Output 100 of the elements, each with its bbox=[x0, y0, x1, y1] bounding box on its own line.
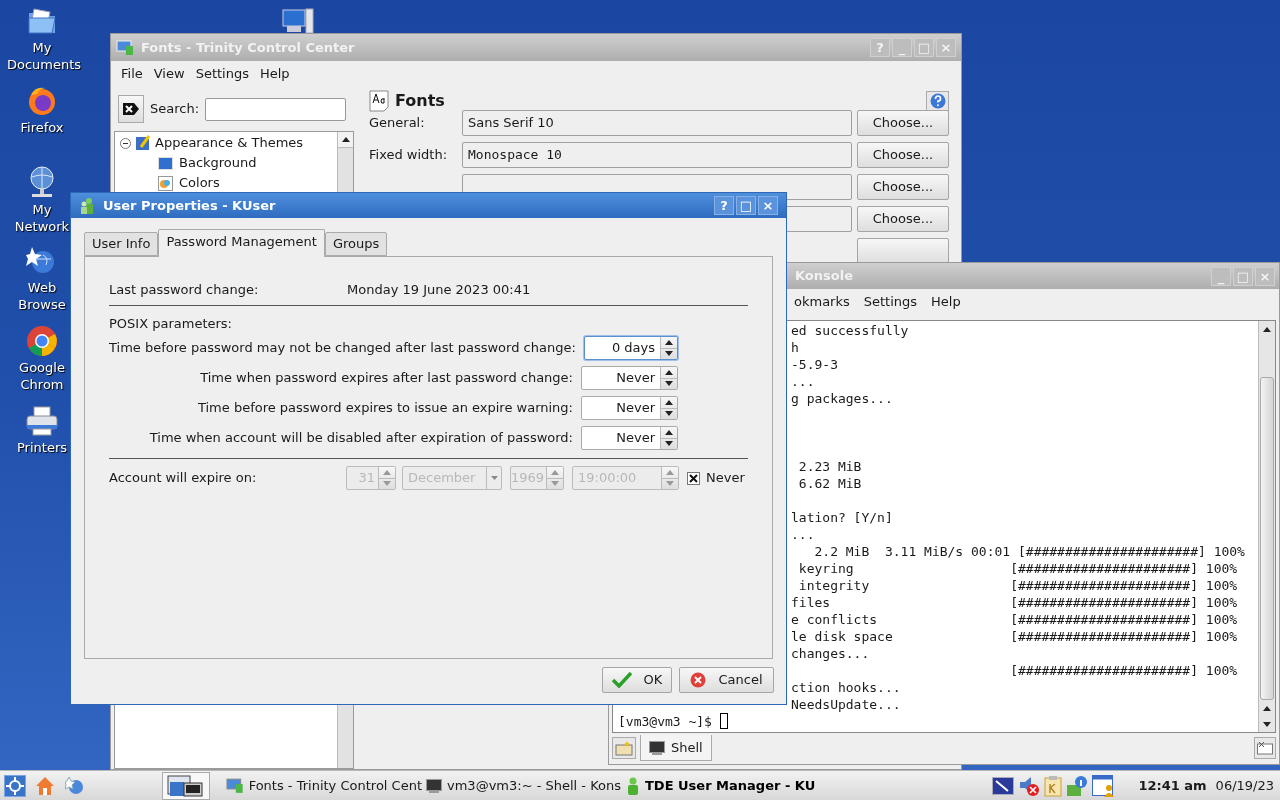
field-label: Fixed width: bbox=[369, 146, 449, 165]
scroll-down-icon[interactable] bbox=[1263, 721, 1271, 727]
network-info-icon[interactable] bbox=[1066, 774, 1089, 797]
scroll-up-icon[interactable] bbox=[1263, 326, 1271, 332]
taskbar-task[interactable]: Fonts - Trinity Control Cent bbox=[222, 772, 422, 799]
spin-arrows[interactable] bbox=[660, 397, 677, 419]
muted-speaker-icon[interactable] bbox=[1018, 774, 1041, 797]
clipboard-icon[interactable] bbox=[1044, 774, 1063, 797]
printer-icon bbox=[25, 405, 59, 437]
desktop-icon-label[interactable]: Firefox bbox=[7, 119, 77, 136]
menu-item[interactable]: Help bbox=[926, 291, 966, 312]
field-label: Time when password expires after last password change: bbox=[199, 369, 574, 388]
scroll-thumb[interactable] bbox=[1260, 377, 1274, 700]
terminal-line: ... bbox=[791, 527, 815, 542]
font-field[interactable]: Sans Serif 10 bbox=[462, 110, 852, 136]
terminal-line: ed successfully bbox=[791, 323, 909, 338]
spin-box[interactable]: Never bbox=[581, 426, 678, 450]
monitor-icon bbox=[226, 777, 244, 794]
terminal-line: 2.23 MiB bbox=[797, 459, 862, 474]
spin-box[interactable]: 0 days bbox=[583, 336, 678, 360]
desktop-pager[interactable] bbox=[162, 771, 210, 800]
field-value: Monday 19 June 2023 00:41 bbox=[347, 281, 531, 298]
terminal-line: ... bbox=[791, 374, 815, 389]
pager-windows-icon bbox=[166, 774, 206, 797]
terminal-prompt: [vm3@vm3 ~]$ bbox=[618, 713, 713, 730]
font-file-icon bbox=[369, 90, 389, 112]
display-icon[interactable] bbox=[992, 776, 1015, 795]
calendar-user-icon[interactable] bbox=[1092, 774, 1117, 797]
tree-item[interactable]: Appearance & Themes bbox=[155, 133, 304, 153]
taskbar-task[interactable]: TDE User Manager - KU bbox=[622, 772, 822, 799]
terminal-icon bbox=[649, 740, 665, 755]
menu-item[interactable]: View bbox=[148, 61, 190, 86]
menu-item[interactable]: okmarks bbox=[789, 291, 855, 312]
scroll-up-icon[interactable] bbox=[1263, 705, 1271, 711]
choose-button[interactable]: Choose... bbox=[857, 174, 949, 200]
choose-button[interactable] bbox=[857, 238, 949, 264]
field-label: Last password change: bbox=[109, 281, 260, 298]
terminal-line: ction hooks... bbox=[791, 680, 901, 695]
window-title: Konsole bbox=[795, 267, 854, 286]
terminal-icon bbox=[426, 778, 442, 793]
globe-star-icon[interactable] bbox=[65, 775, 85, 796]
window-title: User Properties - KUser bbox=[103, 196, 277, 215]
terminal-line: [######################] 100% bbox=[1009, 663, 1238, 678]
choose-button[interactable]: Choose... bbox=[857, 142, 949, 168]
shell-tab[interactable]: Shell bbox=[640, 735, 712, 761]
monitor-icon bbox=[116, 39, 134, 56]
close-tab-button[interactable] bbox=[1254, 737, 1276, 759]
spin-box[interactable]: Never bbox=[581, 366, 678, 390]
clear-button[interactable] bbox=[118, 95, 144, 123]
tab[interactable]: Password Management bbox=[158, 229, 325, 257]
search-field[interactable] bbox=[205, 97, 347, 121]
tab[interactable]: User Info bbox=[84, 232, 159, 256]
terminal-line: e conflicts [######################] 100% bbox=[791, 612, 1238, 627]
wallpaper-icon bbox=[158, 156, 173, 170]
spin-arrows[interactable] bbox=[660, 427, 677, 449]
window-title: Fonts - Trinity Control Center bbox=[141, 38, 356, 57]
menu-item[interactable]: Settings bbox=[858, 291, 923, 312]
folder-icon bbox=[26, 5, 58, 37]
scrollbar[interactable] bbox=[1258, 321, 1275, 732]
cursor bbox=[719, 713, 728, 729]
field-label: Time when account will be disabled after expiration of password: bbox=[148, 429, 574, 448]
font-field[interactable]: Monospace 10 bbox=[462, 142, 852, 168]
terminal-line: le disk space [######################] 100% bbox=[791, 629, 1238, 644]
terminal-line: g packages... bbox=[791, 391, 893, 406]
help-button[interactable] bbox=[926, 91, 949, 111]
terminal-close-icon bbox=[1257, 741, 1273, 755]
home-icon[interactable] bbox=[35, 775, 55, 796]
terminal-line: NeedsUpdate... bbox=[791, 697, 901, 712]
clock-time[interactable]: 12:41 am bbox=[1138, 775, 1207, 796]
field-label: Time before password may not be changed after last password change: bbox=[109, 339, 577, 358]
menu-icon[interactable] bbox=[4, 774, 26, 797]
clear-icon bbox=[122, 102, 140, 116]
section-label: POSIX parameters: bbox=[109, 315, 233, 332]
dropdown-arrow-icon bbox=[490, 476, 498, 480]
clock-date[interactable]: 06/19/23 bbox=[1215, 775, 1274, 796]
users-icon bbox=[79, 196, 95, 215]
terminal-line: 2.2 MiB 3.11 MiB/s 00:01 [######################] 100% bbox=[813, 544, 1245, 559]
spin-arrows[interactable] bbox=[660, 367, 677, 389]
taskbar-task[interactable]: vm3@vm3:~ - Shell - Kons bbox=[422, 772, 622, 799]
computer-icon[interactable] bbox=[282, 8, 314, 34]
field-label: Time before password expires to issue an expire warning: bbox=[196, 399, 574, 418]
choose-button[interactable]: Choose... bbox=[857, 206, 949, 232]
color-wheel-icon bbox=[158, 175, 173, 191]
palette-icon bbox=[135, 135, 151, 151]
scroll-up-icon[interactable] bbox=[338, 132, 353, 148]
fox-globe-icon bbox=[26, 85, 58, 117]
menu-item[interactable]: Help bbox=[254, 61, 295, 86]
spin-box[interactable]: Never bbox=[581, 396, 678, 420]
menu-item[interactable]: Settings bbox=[190, 61, 254, 86]
help-icon bbox=[929, 93, 946, 109]
menu-item[interactable]: File bbox=[116, 61, 148, 86]
cancel-button[interactable]: Cancel bbox=[679, 667, 774, 693]
ok-button[interactable]: OK bbox=[602, 667, 672, 693]
choose-button[interactable]: Choose... bbox=[857, 110, 949, 136]
terminal-line: -5.9-3 bbox=[791, 357, 838, 372]
spin-arrows[interactable] bbox=[660, 337, 677, 359]
tree-item[interactable]: Background bbox=[179, 153, 257, 173]
tab[interactable]: Groups bbox=[324, 232, 388, 256]
terminal-line: files [######################] 100% bbox=[791, 595, 1238, 610]
tree-item[interactable]: Colors bbox=[179, 173, 220, 193]
